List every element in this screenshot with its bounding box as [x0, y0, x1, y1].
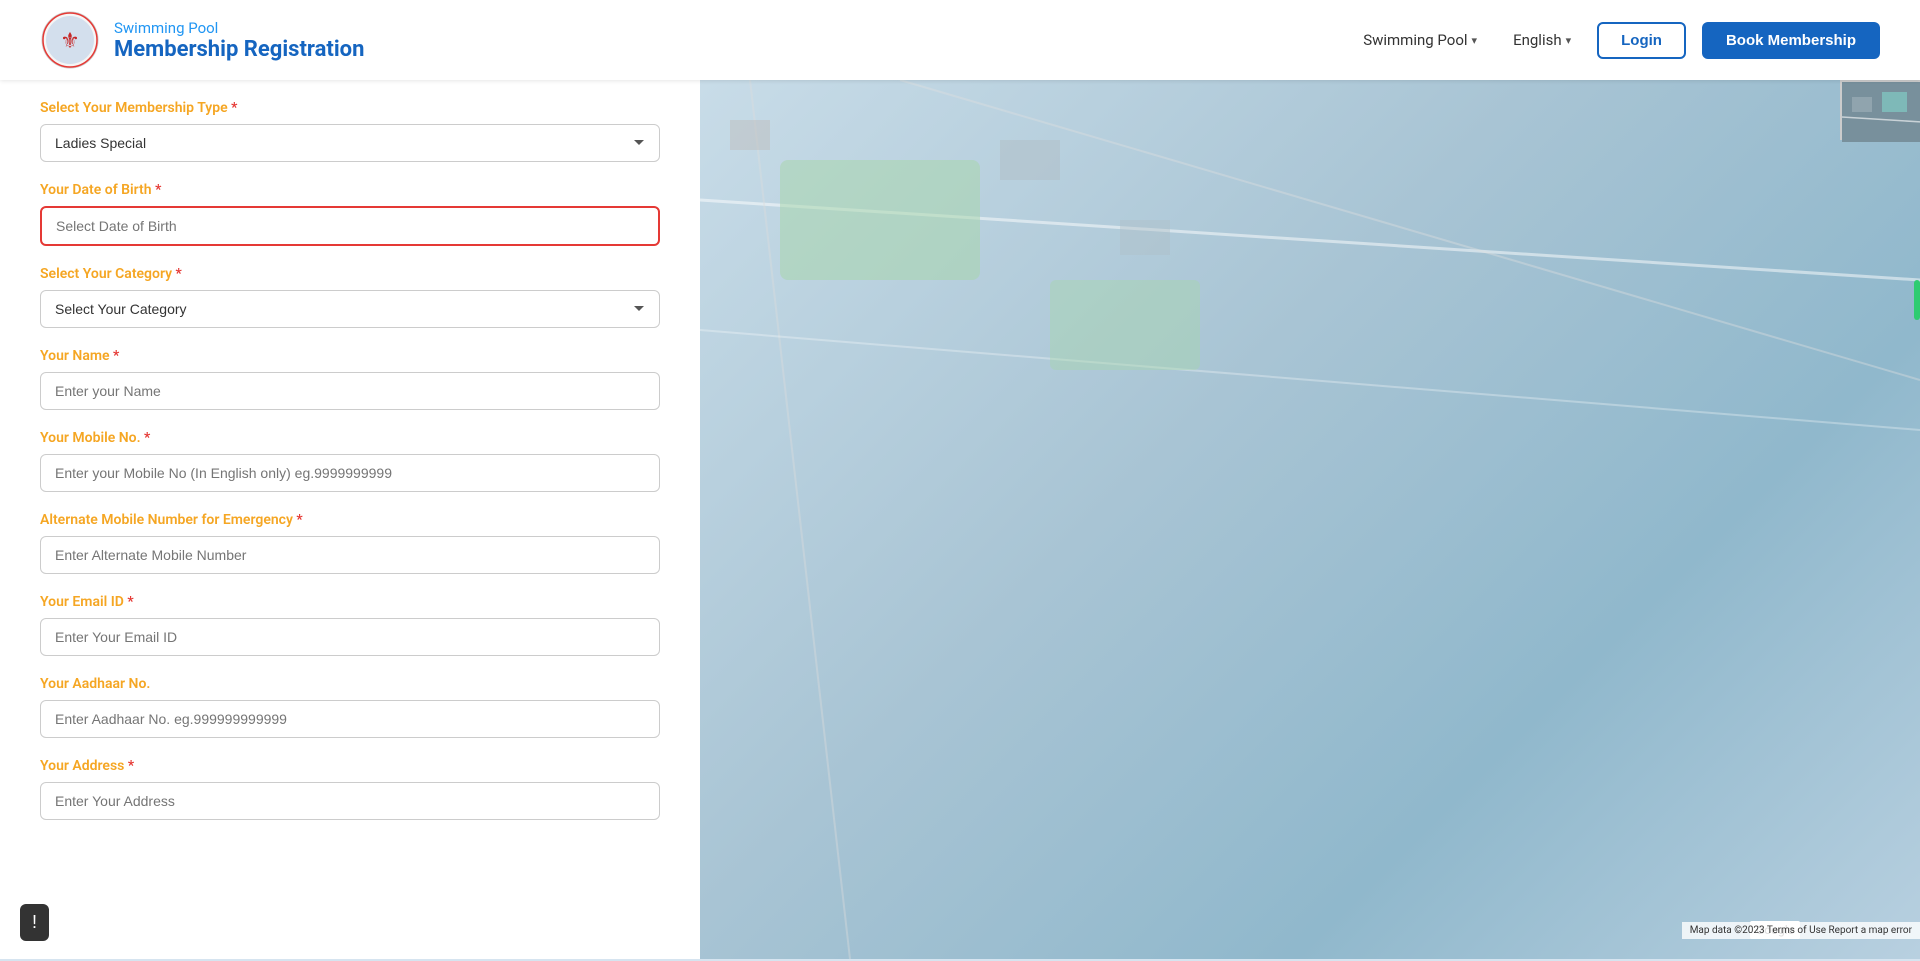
- name-label: Your Name *: [40, 348, 660, 364]
- header-title: Membership Registration: [114, 37, 364, 62]
- map-thumbnail: [1840, 80, 1920, 140]
- book-membership-button[interactable]: Book Membership: [1702, 22, 1880, 59]
- map-placeholder: Google Map data ©2023 Terms of Use Repor…: [700, 80, 1920, 959]
- swimming-pool-label: Swimming Pool: [1363, 31, 1467, 49]
- email-field: Your Email ID *: [40, 594, 660, 656]
- category-field: Select Your Category * Select Your Categ…: [40, 266, 660, 328]
- svg-text:⚜: ⚜: [60, 29, 80, 54]
- map-attribution: Map data ©2023 Terms of Use Report a map…: [1682, 922, 1920, 939]
- dob-label: Your Date of Birth *: [40, 182, 660, 198]
- mobile-input[interactable]: [40, 454, 660, 492]
- language-label: English: [1513, 31, 1562, 49]
- required-star: *: [128, 758, 134, 774]
- required-star: *: [231, 100, 237, 116]
- alternate-mobile-input[interactable]: [40, 536, 660, 574]
- name-input[interactable]: [40, 372, 660, 410]
- membership-type-select[interactable]: Ladies Special General Senior Citizen St…: [40, 124, 660, 162]
- mobile-label: Your Mobile No. *: [40, 430, 660, 446]
- required-star: *: [176, 266, 182, 282]
- header: ⚜ Swimming Pool Membership Registration …: [0, 0, 1920, 80]
- address-label: Your Address *: [40, 758, 660, 774]
- address-input[interactable]: [40, 782, 660, 820]
- bug-report-button[interactable]: !: [20, 904, 49, 941]
- alternate-mobile-field: Alternate Mobile Number for Emergency *: [40, 512, 660, 574]
- main-content: Select Your Membership Type * Ladies Spe…: [0, 80, 1920, 959]
- membership-type-label: Select Your Membership Type *: [40, 100, 660, 116]
- aadhaar-field: Your Aadhaar No.: [40, 676, 660, 738]
- required-star: *: [127, 594, 133, 610]
- alternate-mobile-label: Alternate Mobile Number for Emergency *: [40, 512, 660, 528]
- dob-input[interactable]: [40, 206, 660, 246]
- aadhaar-label: Your Aadhaar No.: [40, 676, 660, 692]
- dob-field: Your Date of Birth *: [40, 182, 660, 246]
- scrollbar-indicator: [1914, 280, 1920, 320]
- form-section: Select Your Membership Type * Ladies Spe…: [0, 80, 700, 959]
- email-input[interactable]: [40, 618, 660, 656]
- required-star: *: [296, 512, 302, 528]
- swimming-pool-dropdown[interactable]: Swimming Pool ▾: [1353, 25, 1487, 55]
- mobile-field: Your Mobile No. *: [40, 430, 660, 492]
- email-label: Your Email ID *: [40, 594, 660, 610]
- category-label: Select Your Category *: [40, 266, 660, 282]
- header-title-block: Swimming Pool Membership Registration: [114, 19, 364, 62]
- aadhaar-input[interactable]: [40, 700, 660, 738]
- login-button[interactable]: Login: [1597, 22, 1686, 59]
- chevron-down-icon: ▾: [1472, 34, 1478, 47]
- map-section: Google Map data ©2023 Terms of Use Repor…: [700, 80, 1920, 959]
- category-select[interactable]: Select Your Category General OBC SC/ST O…: [40, 290, 660, 328]
- required-star: *: [113, 348, 119, 364]
- header-nav: Swimming Pool ▾ English ▾ Login Book Mem…: [1353, 22, 1880, 59]
- logo: ⚜: [40, 10, 100, 70]
- chevron-down-icon: ▾: [1566, 34, 1572, 47]
- required-star: *: [155, 182, 161, 198]
- membership-type-field: Select Your Membership Type * Ladies Spe…: [40, 100, 660, 162]
- required-star: *: [144, 430, 150, 446]
- language-dropdown[interactable]: English ▾: [1503, 25, 1581, 55]
- address-field: Your Address *: [40, 758, 660, 820]
- name-field: Your Name *: [40, 348, 660, 410]
- header-subtitle: Swimming Pool: [114, 19, 364, 37]
